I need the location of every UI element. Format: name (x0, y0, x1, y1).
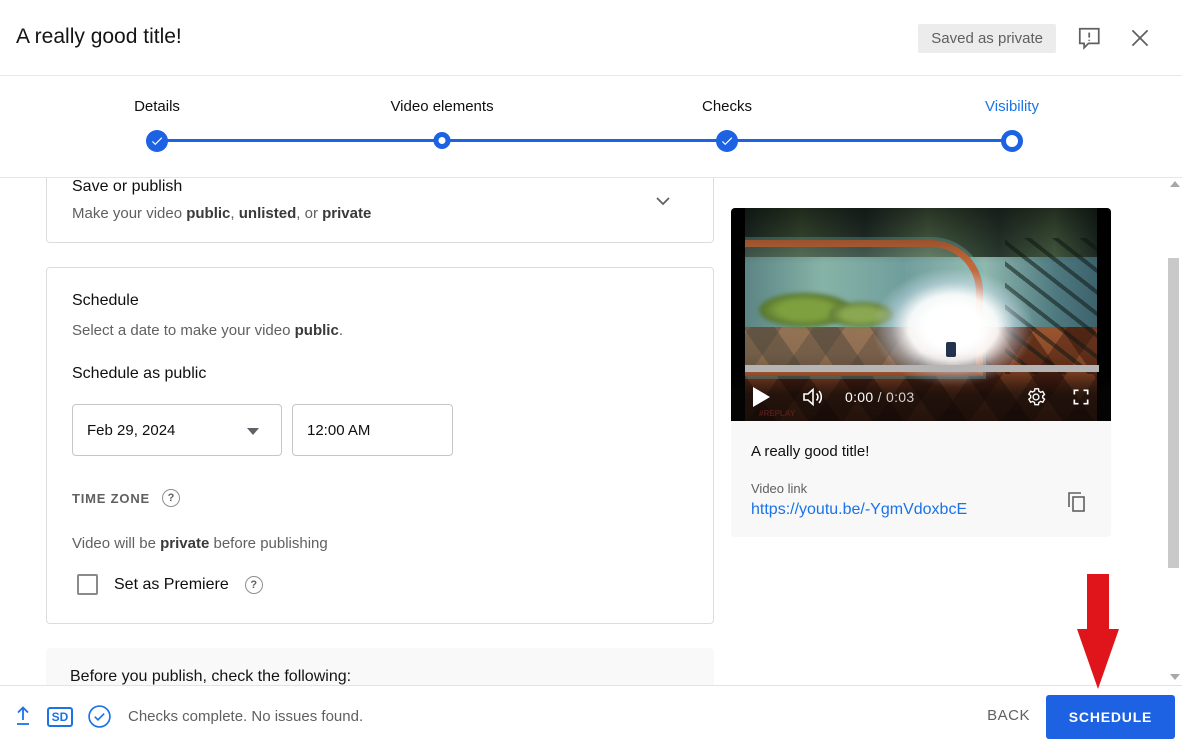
video-link-url[interactable]: https://youtu.be/-YgmVdoxbcE (751, 501, 967, 519)
schedule-as-public-label: Schedule as public (72, 365, 206, 383)
save-or-publish-description: Make your video public, unlisted, or pri… (72, 205, 371, 222)
date-dropdown[interactable]: Feb 29, 2024 (72, 404, 282, 456)
step-circle-video-elements[interactable] (434, 132, 451, 149)
upload-status-icon (13, 704, 33, 728)
privacy-note: Video will be private before publishing (72, 535, 328, 552)
schedule-title: Schedule (72, 292, 139, 310)
upload-stepper: Details Video elements Checks Visibility (0, 76, 1182, 177)
save-or-publish-title: Save or publish (72, 178, 182, 196)
player-controls: 0:00 / 0:03 (731, 372, 1111, 421)
time-field[interactable]: 12:00 AM (292, 404, 453, 456)
chevron-down-icon[interactable] (651, 189, 675, 213)
tab-details[interactable]: Details (134, 98, 180, 115)
premiere-help-icon[interactable]: ? (245, 576, 263, 594)
scrollbar-down-arrow[interactable] (1170, 674, 1180, 680)
schedule-description: Select a date to make your video public. (72, 322, 343, 339)
close-icon[interactable] (1127, 25, 1153, 51)
timezone-row: TIME ZONE ? (72, 489, 180, 507)
page-title: A really good title! (16, 25, 182, 49)
volume-icon[interactable] (801, 385, 827, 409)
status-badge: Saved as private (918, 24, 1056, 53)
schedule-button[interactable]: SCHEDULE (1046, 695, 1175, 739)
video-title: A really good title! (751, 443, 869, 460)
check-icon (720, 134, 734, 148)
fullscreen-icon[interactable] (1071, 387, 1091, 407)
sd-quality-badge: SD (47, 707, 73, 727)
checks-status-text: Checks complete. No issues found. (128, 708, 363, 725)
video-info-panel: A really good title! Video link https://… (731, 421, 1111, 537)
step-circle-visibility[interactable] (1001, 130, 1023, 152)
before-publish-heading: Before you publish, check the following: (70, 668, 351, 686)
dropdown-caret-icon (247, 428, 259, 435)
video-player: #REPLAY 0:00 / 0:03 (731, 208, 1111, 421)
time-display: 0:00 / 0:03 (845, 389, 914, 405)
step-circle-details[interactable] (146, 130, 168, 152)
content-divider (0, 177, 1182, 178)
tab-video-elements[interactable]: Video elements (390, 98, 493, 115)
tab-checks[interactable]: Checks (702, 98, 752, 115)
play-icon[interactable] (751, 386, 771, 408)
video-preview-card: #REPLAY 0:00 / 0:03 (731, 208, 1111, 537)
settings-gear-icon[interactable] (1025, 386, 1047, 408)
check-icon (150, 134, 164, 148)
scrollbar-thumb[interactable] (1168, 258, 1179, 568)
premiere-checkbox[interactable] (77, 574, 98, 595)
progress-bar[interactable] (745, 365, 1099, 372)
vertical-scrollbar (1166, 178, 1182, 685)
time-value: 12:00 AM (307, 422, 370, 439)
back-button[interactable]: BACK (987, 707, 1030, 724)
timezone-label: TIME ZONE (72, 491, 150, 506)
tab-visibility[interactable]: Visibility (985, 98, 1039, 115)
checks-complete-icon (87, 704, 112, 729)
copy-icon[interactable] (1065, 489, 1089, 515)
premiere-label: Set as Premiere (114, 576, 229, 594)
step-circle-checks[interactable] (716, 130, 738, 152)
timezone-help-icon[interactable]: ? (162, 489, 180, 507)
dialog-header: A really good title! Saved as private (0, 0, 1182, 76)
scrollbar-up-arrow[interactable] (1170, 181, 1180, 187)
feedback-icon[interactable] (1076, 25, 1102, 51)
date-value: Feb 29, 2024 (87, 422, 175, 439)
video-link-label: Video link (751, 481, 807, 496)
stepper-line (157, 139, 1012, 142)
dialog-footer: SD Checks complete. No issues found. BAC… (0, 685, 1182, 746)
schedule-card: Schedule Select a date to make your vide… (46, 267, 714, 624)
save-or-publish-card[interactable]: Save or publish Make your video public, … (46, 178, 714, 243)
premiere-row: Set as Premiere ? (77, 574, 263, 595)
